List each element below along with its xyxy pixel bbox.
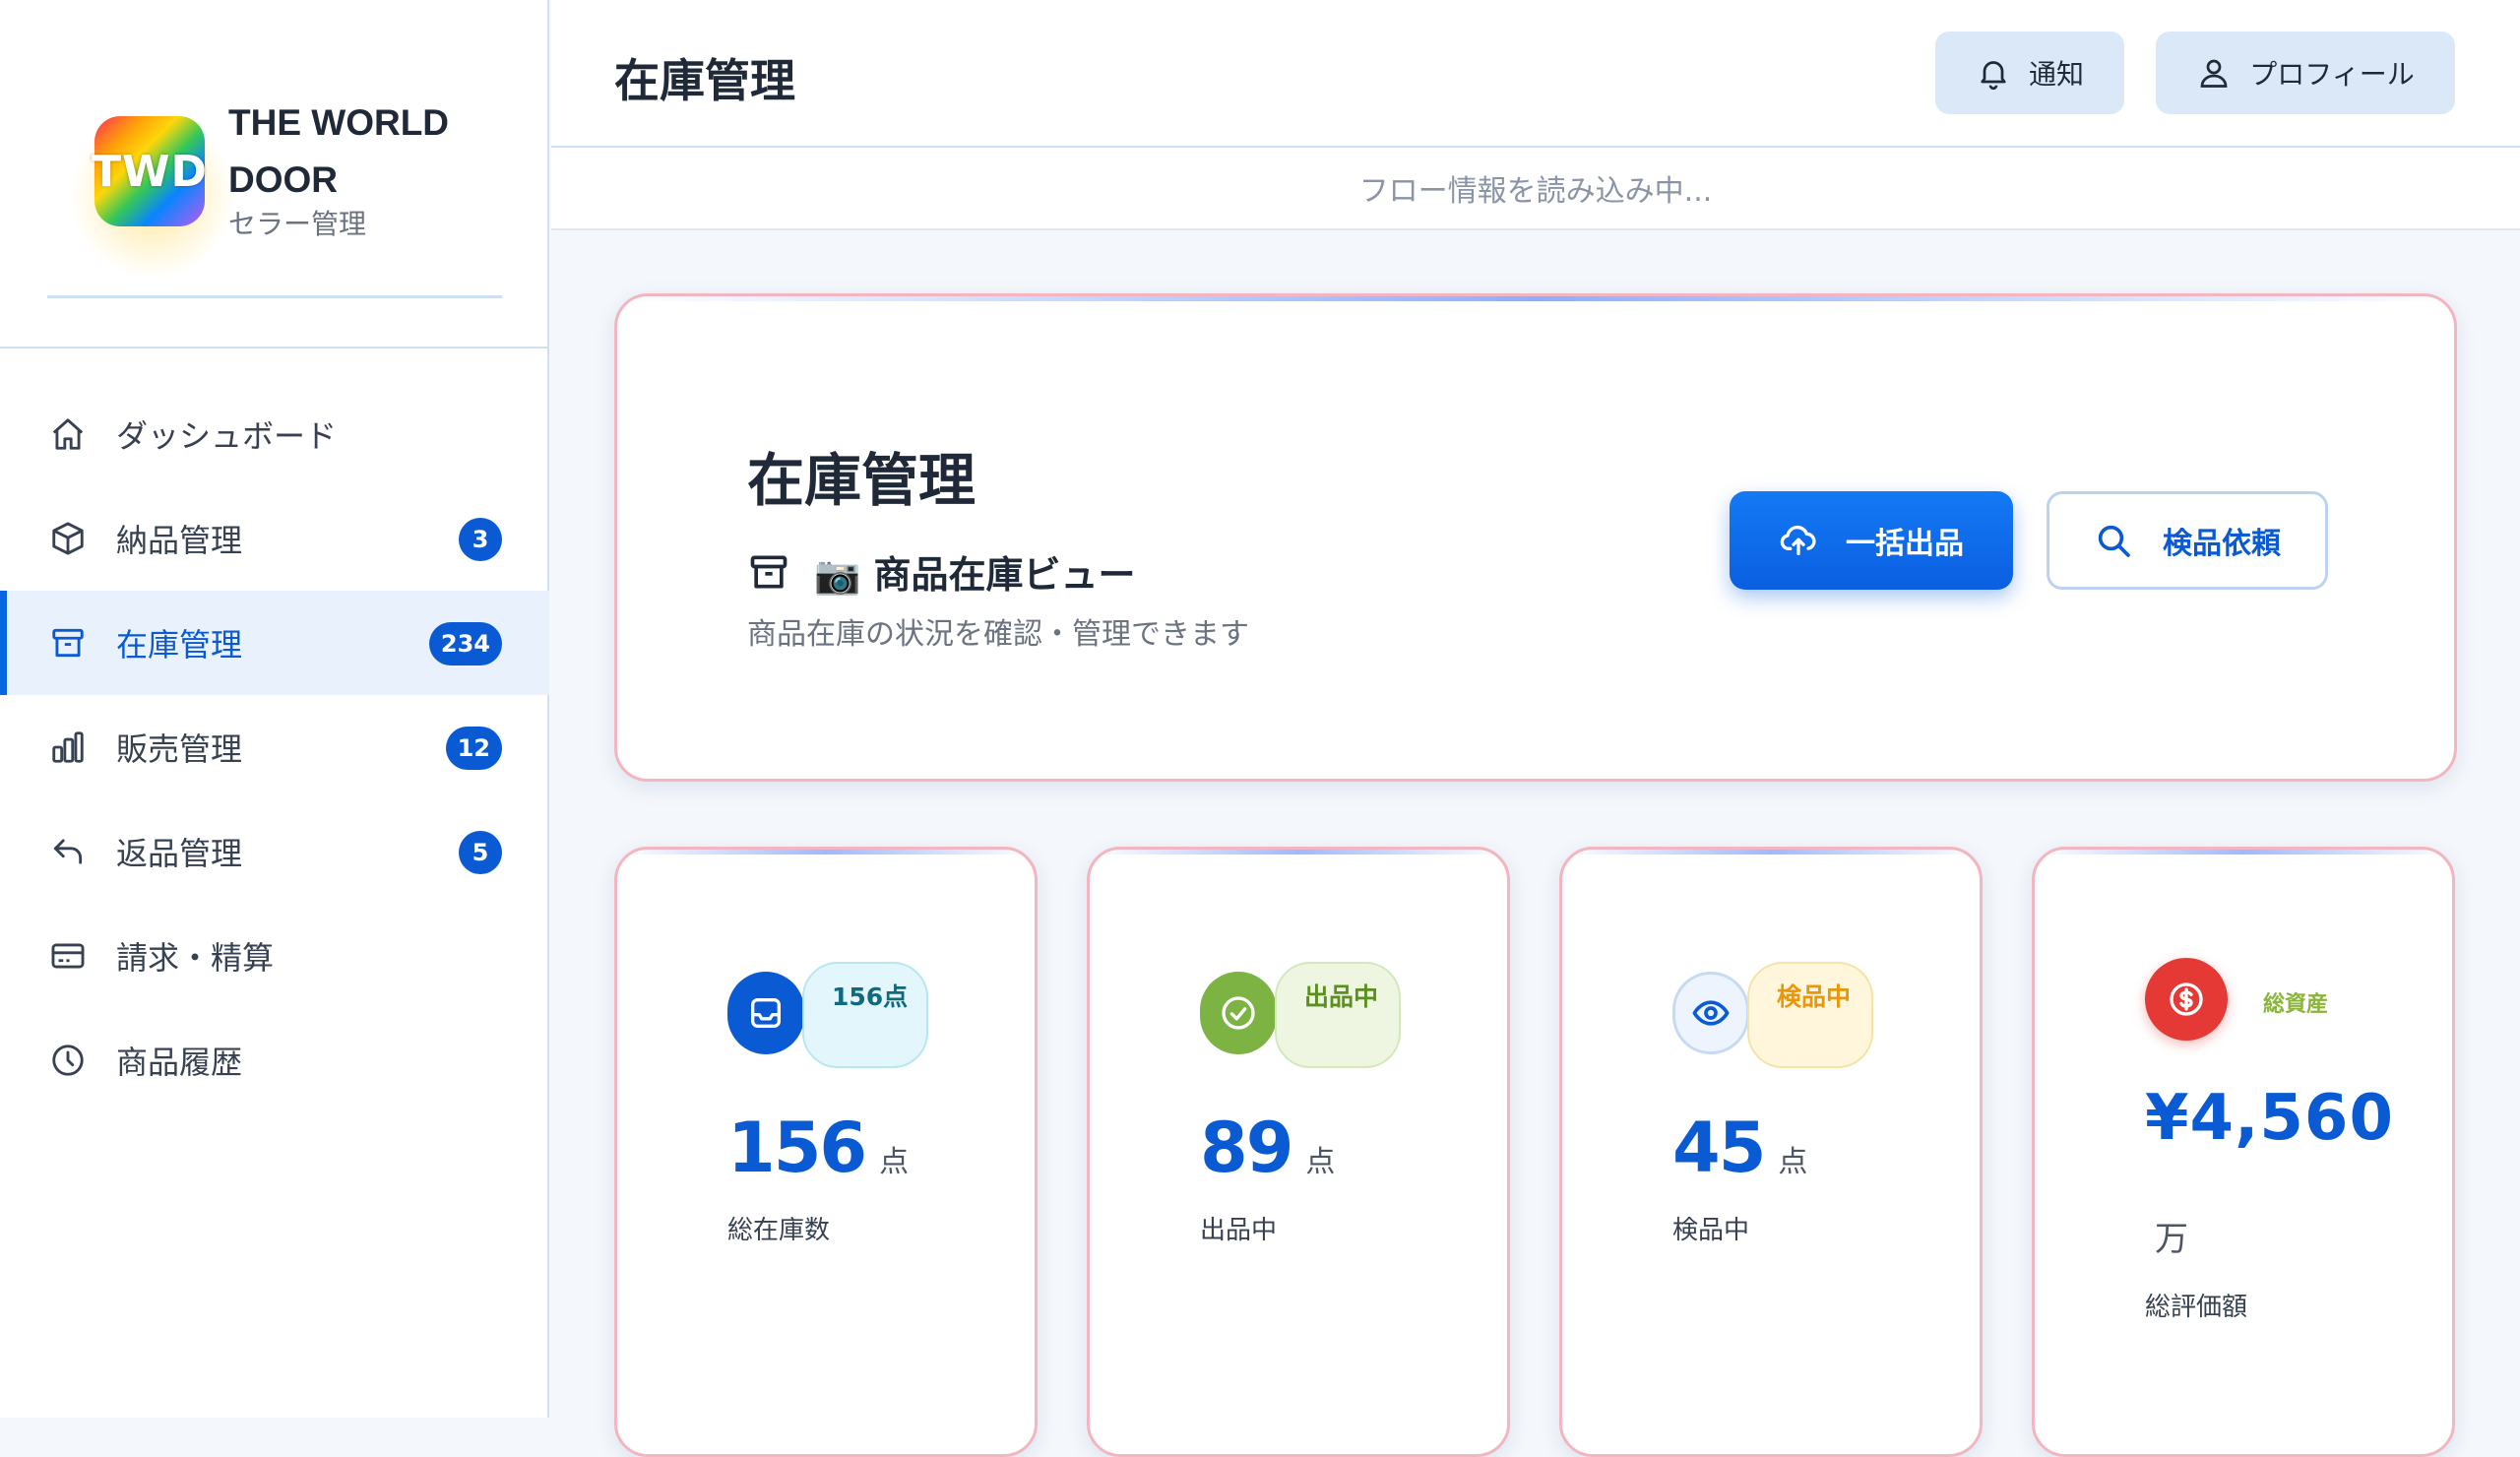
brand-logo-text: TWD: [91, 146, 209, 197]
brand-subtitle: セラー管理: [228, 208, 367, 240]
flow-status-text: フロー情報を読み込み中...: [1358, 174, 1713, 209]
cloud-upload-icon: [1780, 525, 1816, 555]
sidebar-item-label: 請求・精算: [116, 939, 275, 977]
notification-button[interactable]: 通知: [1935, 32, 2124, 114]
profile-button[interactable]: プロフィール: [2156, 32, 2455, 114]
brand-divider: [47, 295, 502, 298]
count-badge: 234: [428, 622, 502, 665]
sidebar-nav: ダッシュボード 納品管理 3 在庫管理 234 販売管理 12 返品管理 5 請…: [0, 382, 549, 1112]
archive-icon: [49, 624, 87, 662]
search-icon: [2098, 525, 2130, 557]
stat-value: 89 点: [1200, 1108, 1335, 1188]
hero-subtitle-row: 📷 商品在庫ビュー: [747, 544, 1136, 599]
bulk-listing-button[interactable]: 一括出品: [1730, 491, 2013, 590]
hero-title: 在庫管理: [747, 447, 976, 514]
stat-label: 総在庫数: [727, 1216, 831, 1245]
sidebar-item-returns[interactable]: 返品管理 5: [0, 799, 549, 904]
clock-icon: [49, 1042, 87, 1079]
brand[interactable]: TWD THE WORLD DOOR セラー管理: [47, 69, 510, 298]
sidebar-item-sales[interactable]: 販売管理 12: [0, 695, 549, 799]
inspection-request-button[interactable]: 検品依頼: [2047, 491, 2328, 590]
stat-number: 156: [727, 1108, 867, 1188]
sidebar-item-delivery[interactable]: 納品管理 3: [0, 486, 549, 591]
stat-number: 89: [1200, 1108, 1293, 1188]
return-arrow-icon: [49, 833, 87, 870]
sidebar-item-dashboard[interactable]: ダッシュボード: [0, 382, 549, 486]
stat-unit: 点: [879, 1145, 910, 1179]
stat-value: 45 点: [1672, 1108, 1807, 1188]
brand-logo: TWD: [91, 116, 209, 226]
bell-icon: [1981, 61, 2006, 91]
inspection-request-label: 検品依頼: [2163, 527, 2281, 561]
sidebar-item-label: 納品管理: [116, 522, 243, 559]
stat-card-total-stock: 156点 156 点 総在庫数: [614, 847, 1038, 1457]
count-badge: 5: [459, 831, 502, 874]
inventory-hero-card: 在庫管理 📷 商品在庫ビュー 商品在庫の状況を確認・管理できます 一括出品 検品…: [614, 293, 2457, 782]
stat-label: 総評価額: [2145, 1293, 2248, 1322]
stat-number: ¥4,560: [2145, 1082, 2394, 1155]
brand-name: THE WORLD DOOR: [228, 102, 450, 200]
stat-unit: 点: [1778, 1145, 1808, 1179]
sidebar-divider: [0, 347, 549, 348]
stat-chip: 総資産: [2263, 992, 2329, 1017]
stat-chip: 出品中: [1275, 962, 1401, 1068]
sidebar-item-label: 返品管理: [116, 835, 243, 872]
sidebar-item-label: 在庫管理: [116, 626, 243, 664]
package-icon: [49, 520, 87, 557]
stat-value: 156 点: [727, 1108, 909, 1188]
stat-card-inspecting: 検品中 45 点 検品中: [1559, 847, 1983, 1457]
user-icon: [2200, 59, 2228, 88]
home-icon: [49, 415, 87, 453]
sidebar-item-inventory[interactable]: 在庫管理 234: [0, 591, 549, 695]
page-title: 在庫管理: [614, 54, 795, 107]
inbox-icon: [727, 972, 804, 1054]
count-badge: 3: [459, 518, 502, 561]
stat-card-total-value: 総資産 ¥4,560 万 総評価額: [2032, 847, 2455, 1457]
stat-card-listed: 出品中 89 点 出品中: [1087, 847, 1510, 1457]
top-bar: 在庫管理 通知 プロフィール: [551, 0, 2520, 148]
sidebar-item-history[interactable]: 商品履歴: [0, 1008, 549, 1112]
profile-label: プロフィール: [2249, 58, 2415, 91]
sidebar-item-label: ダッシュボード: [116, 417, 338, 455]
notification-label: 通知: [2028, 58, 2084, 91]
sidebar-item-label: 販売管理: [116, 730, 243, 768]
check-circle-icon: [1200, 972, 1277, 1054]
sidebar-item-billing[interactable]: 請求・精算: [0, 904, 549, 1008]
stat-label: 出品中: [1200, 1216, 1278, 1245]
stat-label: 検品中: [1672, 1216, 1750, 1245]
sidebar-item-label: 商品履歴: [116, 1044, 243, 1081]
sidebar: TWD THE WORLD DOOR セラー管理 ダッシュボード 納品管理 3 …: [0, 0, 549, 1418]
count-badge: 12: [445, 727, 502, 770]
credit-card-icon: [49, 937, 87, 975]
stat-unit: 点: [1305, 1145, 1336, 1179]
stat-number: 45: [1672, 1108, 1766, 1188]
stat-unit: 万: [2155, 1220, 2188, 1259]
stat-value: ¥4,560: [2145, 1082, 2394, 1155]
flow-status-bar: フロー情報を読み込み中...: [551, 148, 2520, 230]
bulk-listing-label: 一括出品: [1846, 527, 1964, 561]
bar-chart-icon: [49, 728, 87, 766]
archive-icon: [750, 555, 788, 588]
eye-icon: [1672, 972, 1749, 1054]
stat-chip: 156点: [802, 962, 928, 1068]
hero-subtitle: 📷 商品在庫ビュー: [814, 553, 1136, 597]
dollar-circle-icon: [2145, 958, 2228, 1041]
hero-description: 商品在庫の状況を確認・管理できます: [747, 617, 1249, 652]
stat-chip: 検品中: [1747, 962, 1873, 1068]
